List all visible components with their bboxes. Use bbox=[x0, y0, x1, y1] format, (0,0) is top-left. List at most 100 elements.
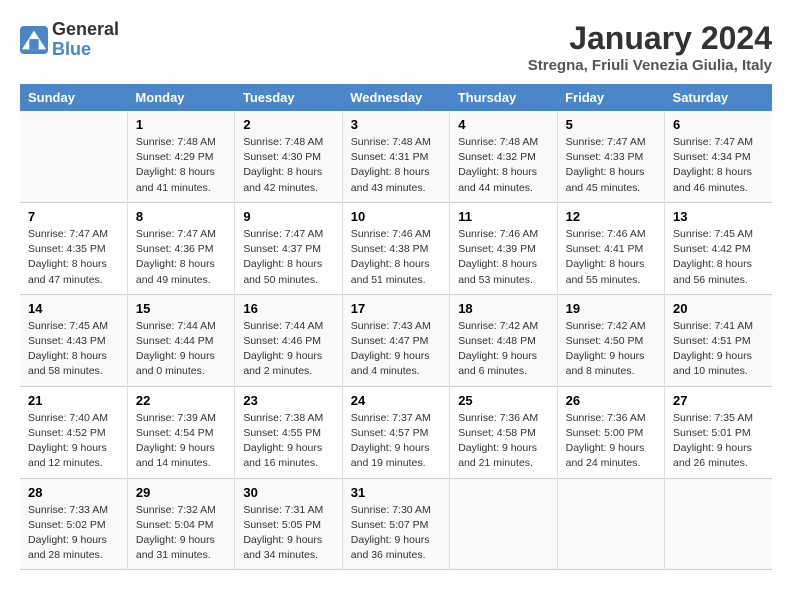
day-number: 3 bbox=[351, 117, 441, 132]
day-info: Sunrise: 7:47 AM Sunset: 4:34 PM Dayligh… bbox=[673, 135, 764, 196]
day-info: Sunrise: 7:45 AM Sunset: 4:43 PM Dayligh… bbox=[28, 319, 119, 380]
day-number: 2 bbox=[243, 117, 333, 132]
calendar-cell: 9 Sunrise: 7:47 AM Sunset: 4:37 PM Daylig… bbox=[235, 202, 342, 294]
day-number: 4 bbox=[458, 117, 548, 132]
day-info: Sunrise: 7:47 AM Sunset: 4:37 PM Dayligh… bbox=[243, 227, 333, 288]
day-info: Sunrise: 7:36 AM Sunset: 5:00 PM Dayligh… bbox=[566, 411, 656, 472]
day-info: Sunrise: 7:32 AM Sunset: 5:04 PM Dayligh… bbox=[136, 503, 226, 564]
calendar-cell: 26 Sunrise: 7:36 AM Sunset: 5:00 PM Dayli… bbox=[557, 386, 664, 478]
calendar-cell: 5Sunrise: 7:47 AM Sunset: 4:33 PM Daylig… bbox=[557, 111, 664, 202]
calendar-cell: 24 Sunrise: 7:37 AM Sunset: 4:57 PM Dayli… bbox=[342, 386, 449, 478]
calendar-cell: 6 Sunrise: 7:47 AM Sunset: 4:34 PM Daylig… bbox=[665, 111, 772, 202]
calendar-cell: 22 Sunrise: 7:39 AM Sunset: 4:54 PM Dayli… bbox=[127, 386, 234, 478]
day-number: 13 bbox=[673, 209, 764, 224]
day-number: 1 bbox=[136, 117, 226, 132]
day-info: Sunrise: 7:37 AM Sunset: 4:57 PM Dayligh… bbox=[351, 411, 441, 472]
day-info: Sunrise: 7:35 AM Sunset: 5:01 PM Dayligh… bbox=[673, 411, 764, 472]
weekday-header-tuesday: Tuesday bbox=[235, 84, 342, 111]
day-number: 11 bbox=[458, 209, 548, 224]
calendar-cell: 13 Sunrise: 7:45 AM Sunset: 4:42 PM Dayli… bbox=[665, 202, 772, 294]
calendar-cell: 10Sunrise: 7:46 AM Sunset: 4:38 PM Dayli… bbox=[342, 202, 449, 294]
calendar-cell: 4 Sunrise: 7:48 AM Sunset: 4:32 PM Daylig… bbox=[450, 111, 557, 202]
day-number: 30 bbox=[243, 485, 333, 500]
day-info: Sunrise: 7:46 AM Sunset: 4:41 PM Dayligh… bbox=[566, 227, 656, 288]
weekday-header-sunday: Sunday bbox=[20, 84, 127, 111]
calendar-cell: 3 Sunrise: 7:48 AM Sunset: 4:31 PM Daylig… bbox=[342, 111, 449, 202]
day-info: Sunrise: 7:31 AM Sunset: 5:05 PM Dayligh… bbox=[243, 503, 333, 564]
month-title: January 2024 bbox=[528, 20, 772, 57]
day-info: Sunrise: 7:46 AM Sunset: 4:38 PM Dayligh… bbox=[351, 227, 441, 288]
calendar-cell: 18 Sunrise: 7:42 AM Sunset: 4:48 PM Dayli… bbox=[450, 294, 557, 386]
calendar-cell: 23Sunrise: 7:38 AM Sunset: 4:55 PM Dayli… bbox=[235, 386, 342, 478]
day-number: 24 bbox=[351, 393, 441, 408]
day-info: Sunrise: 7:36 AM Sunset: 4:58 PM Dayligh… bbox=[458, 411, 548, 472]
day-number: 9 bbox=[243, 209, 333, 224]
weekday-header-monday: Monday bbox=[127, 84, 234, 111]
day-number: 25 bbox=[458, 393, 548, 408]
week-row-1: 1Sunrise: 7:48 AM Sunset: 4:29 PM Daylig… bbox=[20, 111, 772, 202]
calendar-cell: 15Sunrise: 7:44 AM Sunset: 4:44 PM Dayli… bbox=[127, 294, 234, 386]
day-number: 31 bbox=[351, 485, 441, 500]
day-info: Sunrise: 7:40 AM Sunset: 4:52 PM Dayligh… bbox=[28, 411, 119, 472]
calendar-cell: 11 Sunrise: 7:46 AM Sunset: 4:39 PM Dayli… bbox=[450, 202, 557, 294]
day-number: 28 bbox=[28, 485, 119, 500]
calendar-cell: 16 Sunrise: 7:44 AM Sunset: 4:46 PM Dayli… bbox=[235, 294, 342, 386]
day-info: Sunrise: 7:48 AM Sunset: 4:30 PM Dayligh… bbox=[243, 135, 333, 196]
weekday-header-friday: Friday bbox=[557, 84, 664, 111]
week-row-4: 21 Sunrise: 7:40 AM Sunset: 4:52 PM Dayli… bbox=[20, 386, 772, 478]
calendar-cell: 25 Sunrise: 7:36 AM Sunset: 4:58 PM Dayli… bbox=[450, 386, 557, 478]
day-number: 16 bbox=[243, 301, 333, 316]
logo-text: General Blue bbox=[52, 20, 119, 60]
day-info: Sunrise: 7:46 AM Sunset: 4:39 PM Dayligh… bbox=[458, 227, 548, 288]
weekday-header-row: SundayMondayTuesdayWednesdayThursdayFrid… bbox=[20, 84, 772, 111]
day-info: Sunrise: 7:42 AM Sunset: 4:48 PM Dayligh… bbox=[458, 319, 548, 380]
calendar-cell: 31 Sunrise: 7:30 AM Sunset: 5:07 PM Dayli… bbox=[342, 478, 449, 570]
calendar-cell: 8Sunrise: 7:47 AM Sunset: 4:36 PM Daylig… bbox=[127, 202, 234, 294]
logo-icon bbox=[20, 26, 48, 54]
week-row-5: 28 Sunrise: 7:33 AM Sunset: 5:02 PM Dayli… bbox=[20, 478, 772, 570]
day-info: Sunrise: 7:33 AM Sunset: 5:02 PM Dayligh… bbox=[28, 503, 119, 564]
day-number: 27 bbox=[673, 393, 764, 408]
day-info: Sunrise: 7:30 AM Sunset: 5:07 PM Dayligh… bbox=[351, 503, 441, 564]
day-info: Sunrise: 7:42 AM Sunset: 4:50 PM Dayligh… bbox=[566, 319, 656, 380]
day-number: 6 bbox=[673, 117, 764, 132]
day-number: 12 bbox=[566, 209, 656, 224]
calendar-cell: 28 Sunrise: 7:33 AM Sunset: 5:02 PM Dayli… bbox=[20, 478, 127, 570]
day-number: 7 bbox=[28, 209, 119, 224]
calendar-cell: 29Sunrise: 7:32 AM Sunset: 5:04 PM Dayli… bbox=[127, 478, 234, 570]
weekday-header-saturday: Saturday bbox=[665, 84, 772, 111]
page-header: General Blue January 2024 Stregna, Friul… bbox=[20, 20, 772, 74]
calendar-table: SundayMondayTuesdayWednesdayThursdayFrid… bbox=[20, 84, 772, 570]
calendar-cell bbox=[665, 478, 772, 570]
weekday-header-thursday: Thursday bbox=[450, 84, 557, 111]
day-number: 14 bbox=[28, 301, 119, 316]
day-info: Sunrise: 7:47 AM Sunset: 4:35 PM Dayligh… bbox=[28, 227, 119, 288]
day-info: Sunrise: 7:48 AM Sunset: 4:32 PM Dayligh… bbox=[458, 135, 548, 196]
calendar-cell: 12 Sunrise: 7:46 AM Sunset: 4:41 PM Dayli… bbox=[557, 202, 664, 294]
day-info: Sunrise: 7:45 AM Sunset: 4:42 PM Dayligh… bbox=[673, 227, 764, 288]
title-block: January 2024 Stregna, Friuli Venezia Giu… bbox=[528, 20, 772, 74]
day-info: Sunrise: 7:44 AM Sunset: 4:46 PM Dayligh… bbox=[243, 319, 333, 380]
day-number: 26 bbox=[566, 393, 656, 408]
day-info: Sunrise: 7:44 AM Sunset: 4:44 PM Dayligh… bbox=[136, 319, 226, 380]
day-info: Sunrise: 7:48 AM Sunset: 4:31 PM Dayligh… bbox=[351, 135, 441, 196]
day-number: 21 bbox=[28, 393, 119, 408]
calendar-cell: 1Sunrise: 7:48 AM Sunset: 4:29 PM Daylig… bbox=[127, 111, 234, 202]
weekday-header-wednesday: Wednesday bbox=[342, 84, 449, 111]
day-number: 19 bbox=[566, 301, 656, 316]
logo: General Blue bbox=[20, 20, 119, 60]
calendar-cell: 17 Sunrise: 7:43 AM Sunset: 4:47 PM Dayli… bbox=[342, 294, 449, 386]
week-row-2: 7 Sunrise: 7:47 AM Sunset: 4:35 PM Daylig… bbox=[20, 202, 772, 294]
calendar-cell: 27 Sunrise: 7:35 AM Sunset: 5:01 PM Dayli… bbox=[665, 386, 772, 478]
calendar-cell: 21 Sunrise: 7:40 AM Sunset: 4:52 PM Dayli… bbox=[20, 386, 127, 478]
week-row-3: 14 Sunrise: 7:45 AM Sunset: 4:43 PM Dayli… bbox=[20, 294, 772, 386]
calendar-cell: 19 Sunrise: 7:42 AM Sunset: 4:50 PM Dayli… bbox=[557, 294, 664, 386]
day-number: 5 bbox=[566, 117, 656, 132]
day-number: 17 bbox=[351, 301, 441, 316]
day-info: Sunrise: 7:43 AM Sunset: 4:47 PM Dayligh… bbox=[351, 319, 441, 380]
day-info: Sunrise: 7:39 AM Sunset: 4:54 PM Dayligh… bbox=[136, 411, 226, 472]
calendar-cell: 2 Sunrise: 7:48 AM Sunset: 4:30 PM Daylig… bbox=[235, 111, 342, 202]
day-number: 8 bbox=[136, 209, 226, 224]
day-number: 22 bbox=[136, 393, 226, 408]
day-number: 18 bbox=[458, 301, 548, 316]
